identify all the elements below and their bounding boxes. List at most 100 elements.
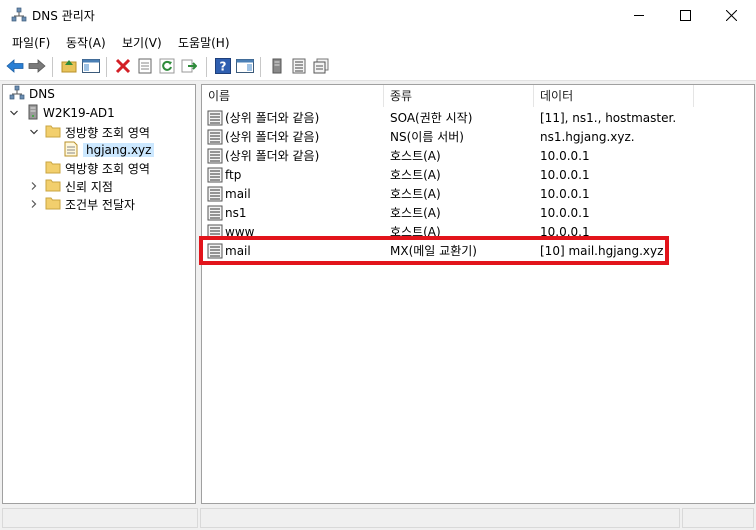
copy-records-icon xyxy=(313,58,329,77)
record-data: 10.0.0.1 xyxy=(540,187,590,201)
tree-label: 신뢰 지점 xyxy=(65,179,113,194)
column-header-data[interactable]: 데이터 xyxy=(534,85,694,107)
forward-button[interactable] xyxy=(28,58,46,76)
server-button[interactable] xyxy=(268,58,286,76)
records-list-button[interactable] xyxy=(290,58,308,76)
record-name: (상위 폴더와 같음) xyxy=(225,111,320,125)
back-button[interactable] xyxy=(6,58,24,76)
record-name: mail xyxy=(225,187,251,201)
export-list-button[interactable] xyxy=(180,58,198,76)
minimize-button[interactable] xyxy=(616,0,662,30)
menu-bar: 파일(F) 동작(A) 보기(V) 도움말(H) xyxy=(0,30,756,52)
chevron-right-icon[interactable] xyxy=(29,199,39,209)
status-segment xyxy=(682,508,754,528)
up-folder-button[interactable] xyxy=(60,58,78,76)
dns-manager-icon xyxy=(11,7,27,23)
toolbar-separator xyxy=(52,57,53,77)
server-icon xyxy=(272,58,282,77)
record-type: NS(이름 서버) xyxy=(390,130,464,144)
tree-label: 조건부 전달자 xyxy=(65,197,136,212)
up-folder-icon xyxy=(61,58,77,77)
record-name: (상위 폴더와 같음) xyxy=(225,130,320,144)
chevron-down-icon[interactable] xyxy=(9,108,19,118)
record-data: 10.0.0.1 xyxy=(540,206,590,220)
menu-view[interactable]: 보기(V) xyxy=(122,34,162,51)
records-list-icon xyxy=(292,58,306,77)
record-type: 호스트(A) xyxy=(390,187,441,201)
column-header-type[interactable]: 종류 xyxy=(384,85,534,107)
dns-root-icon xyxy=(9,85,25,104)
record-row[interactable]: ftp 호스트(A) 10.0.0.1 xyxy=(202,166,754,185)
dns-record-icon xyxy=(207,205,223,221)
menu-file[interactable]: 파일(F) xyxy=(12,34,50,51)
folder-icon xyxy=(45,124,61,141)
properties-icon xyxy=(137,58,153,77)
record-data: [11], ns1., hostmaster. xyxy=(540,111,677,125)
action-pane-button[interactable] xyxy=(236,58,254,76)
dns-record-icon xyxy=(207,186,223,202)
title-bar: DNS 관리자 xyxy=(0,0,756,30)
delete-x-icon xyxy=(115,58,131,77)
action-pane-icon xyxy=(236,58,254,77)
toolbar: ? xyxy=(0,52,756,81)
record-type: 호스트(A) xyxy=(390,206,441,220)
chevron-down-icon[interactable] xyxy=(29,127,39,137)
record-data: 10.0.0.1 xyxy=(540,149,590,163)
tree-item-reverse-lookup-zones[interactable]: 역방향 조회 영역 xyxy=(45,159,150,177)
toolbar-separator xyxy=(260,57,261,77)
console-tree[interactable]: DNS W2K19-AD1 정방향 조회 영역 hgjang.xyz 역방향 조… xyxy=(2,84,196,504)
tree-item-zone-hgjang-xyz[interactable]: hgjang.xyz xyxy=(63,141,155,160)
refresh-icon xyxy=(159,58,175,77)
highlight-box xyxy=(199,236,669,265)
tree-item-trust-points[interactable]: 신뢰 지점 xyxy=(45,177,113,195)
forward-arrow-icon xyxy=(28,58,46,76)
help-button[interactable]: ? xyxy=(214,57,232,77)
window-title: DNS 관리자 xyxy=(32,9,95,23)
server-icon xyxy=(27,104,39,123)
record-name: ns1 xyxy=(225,206,247,220)
tree-item-conditional-forwarders[interactable]: 조건부 전달자 xyxy=(45,195,135,213)
status-segment xyxy=(200,508,680,528)
tree-item-server[interactable]: W2K19-AD1 xyxy=(27,104,115,122)
help-icon: ? xyxy=(215,57,231,77)
svg-text:?: ? xyxy=(220,59,227,73)
tree-label: hgjang.xyz xyxy=(83,143,155,157)
dns-record-icon xyxy=(207,129,223,145)
toolbar-separator xyxy=(206,57,207,77)
zone-file-icon xyxy=(63,141,79,160)
record-name: ftp xyxy=(225,168,242,182)
tree-label: 역방향 조회 영역 xyxy=(65,161,150,176)
refresh-button[interactable] xyxy=(158,58,176,76)
export-icon xyxy=(181,58,198,77)
show-hide-tree-button[interactable] xyxy=(82,58,100,76)
record-data: 10.0.0.1 xyxy=(540,168,590,182)
delete-button[interactable] xyxy=(114,58,132,76)
status-segment xyxy=(2,508,198,528)
record-row[interactable]: ns1 호스트(A) 10.0.0.1 xyxy=(202,204,754,223)
record-type: SOA(권한 시작) xyxy=(390,111,473,125)
chevron-right-icon[interactable] xyxy=(29,181,39,191)
record-row[interactable]: (상위 폴더와 같음) 호스트(A) 10.0.0.1 xyxy=(202,147,754,166)
maximize-button[interactable] xyxy=(662,0,708,30)
folder-icon xyxy=(45,196,61,213)
properties-button[interactable] xyxy=(136,58,154,76)
status-bar xyxy=(0,506,756,530)
dns-record-icon xyxy=(207,167,223,183)
tree-label: 정방향 조회 영역 xyxy=(65,125,150,140)
dns-record-icon xyxy=(207,110,223,126)
column-header-name[interactable]: 이름 xyxy=(202,85,384,107)
record-type: 호스트(A) xyxy=(390,149,441,163)
record-name: (상위 폴더와 같음) xyxy=(225,149,320,163)
record-row[interactable]: (상위 폴더와 같음) SOA(권한 시작) [11], ns1., hostmas… xyxy=(202,109,754,128)
records-list-view[interactable]: 이름 종류 데이터 (상위 폴더와 같음) SOA(권한 시작) [11], ns1… xyxy=(201,84,755,504)
menu-action[interactable]: 동작(A) xyxy=(66,34,106,51)
dns-record-icon xyxy=(207,148,223,164)
tree-item-dns[interactable]: DNS xyxy=(9,85,55,103)
copy-records-button[interactable] xyxy=(312,58,330,76)
folder-icon xyxy=(45,160,61,177)
tree-item-forward-lookup-zones[interactable]: 정방향 조회 영역 xyxy=(45,123,150,141)
record-row[interactable]: mail 호스트(A) 10.0.0.1 xyxy=(202,185,754,204)
close-button[interactable] xyxy=(708,0,754,30)
menu-help[interactable]: 도움말(H) xyxy=(178,34,230,51)
record-row[interactable]: (상위 폴더와 같음) NS(이름 서버) ns1.hgjang.xyz. xyxy=(202,128,754,147)
